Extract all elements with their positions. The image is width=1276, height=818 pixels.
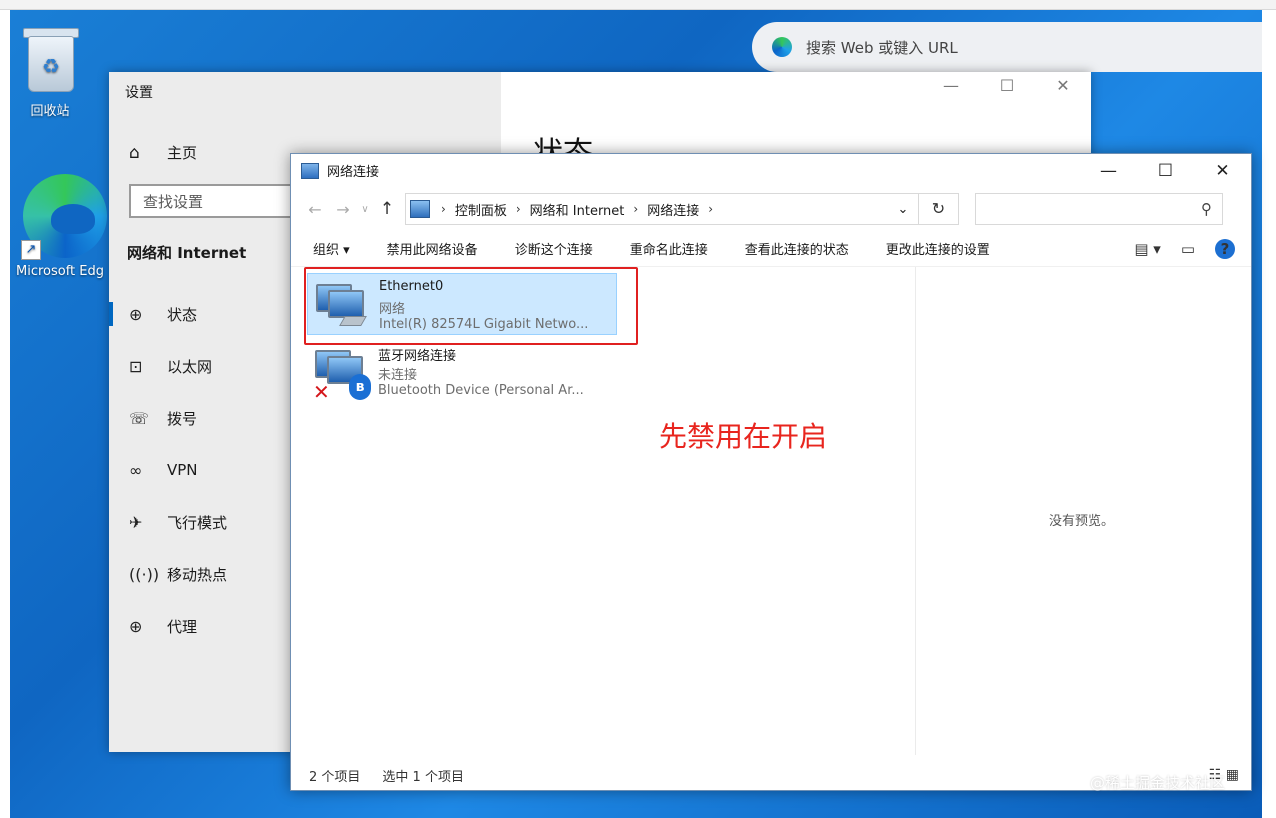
explorer-caption-buttons: — ☐ ✕ bbox=[1080, 161, 1251, 181]
organize-button[interactable]: 组织 ▾ bbox=[313, 239, 350, 258]
settings-home-link[interactable]: ⌂ 主页 bbox=[129, 142, 197, 163]
breadcrumb-control-panel[interactable]: 控制面板 bbox=[455, 200, 507, 219]
outer-left-strip bbox=[0, 10, 10, 818]
settings-search-input[interactable]: 查找设置 bbox=[129, 184, 299, 218]
nav-item-label: 以太网 bbox=[167, 357, 213, 376]
globe-status-icon: ⊕ bbox=[129, 304, 143, 324]
chevron-right-icon: › bbox=[441, 202, 446, 216]
edge-shortcut[interactable]: ↗ Microsoft Edg bbox=[10, 170, 115, 279]
airplane-icon: ✈ bbox=[129, 512, 143, 532]
nav-item-label: 拨号 bbox=[167, 409, 198, 428]
back-arrow-icon[interactable]: ← bbox=[301, 200, 329, 219]
nav-item-proxy[interactable]: ⊕ 代理 bbox=[109, 600, 309, 652]
settings-window-title: 设置 bbox=[125, 85, 153, 101]
edge-icon: ↗ bbox=[15, 170, 107, 260]
annotation-highlight-box bbox=[304, 267, 638, 345]
chevron-right-icon: › bbox=[515, 202, 521, 216]
refresh-button[interactable]: ↻ bbox=[919, 193, 959, 225]
search-icon: ⚲ bbox=[1201, 200, 1212, 218]
annotation-note: 先禁用在开启 bbox=[659, 420, 828, 453]
minimize-icon[interactable]: — bbox=[1080, 161, 1137, 181]
close-icon[interactable]: ✕ bbox=[1194, 161, 1251, 181]
connection-device: Bluetooth Device (Personal Ar... bbox=[378, 383, 584, 398]
nav-item-label: 移动热点 bbox=[167, 565, 228, 584]
selected-count: 选中 1 个项目 bbox=[382, 769, 464, 785]
disconnected-x-icon: ✕ bbox=[313, 380, 330, 404]
connection-item-bluetooth[interactable]: ✕ ʙ 蓝牙网络连接 未连接 Bluetooth Device (Persona… bbox=[307, 340, 617, 404]
nav-item-dialup[interactable]: ☏ 拨号 bbox=[109, 392, 309, 444]
watermark: @稀土掘金技术社区 bbox=[1090, 774, 1226, 792]
explorer-window-title: 网络连接 bbox=[327, 165, 380, 180]
settings-nav: ⊕ 状态 ⊡ 以太网 ☏ 拨号 ∞ VPN ✈ 飞行模式 ((·)) 移动热点 … bbox=[109, 288, 309, 652]
settings-section-title: 网络和 Internet bbox=[127, 244, 247, 262]
chevron-right-icon: › bbox=[708, 202, 714, 216]
diagnose-button[interactable]: 诊断这个连接 bbox=[515, 239, 593, 258]
browser-search-placeholder: 搜索 Web 或键入 URL bbox=[806, 38, 958, 57]
nav-item-ethernet[interactable]: ⊡ 以太网 bbox=[109, 340, 309, 392]
forward-arrow-icon[interactable]: → bbox=[329, 200, 357, 219]
chevron-right-icon: › bbox=[633, 202, 639, 216]
bluetooth-icon: ʙ bbox=[349, 374, 371, 400]
view-status-button[interactable]: 查看此连接的状态 bbox=[745, 239, 849, 258]
network-connections-window: 网络连接 — ☐ ✕ ← → ∨ ↑ › 控制面板 › 网络和 Internet… bbox=[290, 153, 1252, 791]
outer-top-strip bbox=[0, 0, 1276, 10]
rename-button[interactable]: 重命名此连接 bbox=[630, 239, 708, 258]
nav-item-label: VPN bbox=[167, 461, 198, 479]
change-settings-button[interactable]: 更改此连接的设置 bbox=[886, 239, 990, 258]
command-bar: 组织 ▾ 禁用此网络设备 诊断这个连接 重命名此连接 查看此连接的状态 更改此连… bbox=[291, 231, 1251, 267]
nav-item-vpn[interactable]: ∞ VPN bbox=[109, 444, 309, 496]
dialup-icon: ☏ bbox=[129, 408, 150, 428]
nav-item-hotspot[interactable]: ((·)) 移动热点 bbox=[109, 548, 309, 600]
preview-pane-text: 没有预览。 bbox=[1049, 514, 1115, 529]
network-folder-icon bbox=[301, 162, 319, 179]
connection-status: 未连接 bbox=[378, 368, 418, 383]
connection-name: 蓝牙网络连接 bbox=[378, 349, 457, 364]
close-icon[interactable]: ✕ bbox=[1035, 76, 1091, 95]
recent-dropdown-icon[interactable]: ∨ bbox=[357, 204, 373, 215]
home-label: 主页 bbox=[167, 144, 198, 162]
disable-device-button[interactable]: 禁用此网络设备 bbox=[387, 239, 478, 258]
maximize-icon[interactable]: ☐ bbox=[979, 76, 1035, 95]
home-icon: ⌂ bbox=[129, 142, 140, 163]
hotspot-icon: ((·)) bbox=[129, 564, 160, 584]
preview-pane-icon[interactable]: ▭ bbox=[1181, 240, 1195, 258]
vpn-icon: ∞ bbox=[129, 460, 143, 480]
preview-divider bbox=[915, 267, 916, 755]
explorer-titlebar: 网络连接 — ☐ ✕ bbox=[291, 154, 1251, 187]
outer-right-strip bbox=[1262, 10, 1276, 818]
breadcrumb-network-internet[interactable]: 网络和 Internet bbox=[530, 200, 625, 219]
nav-item-airplane[interactable]: ✈ 飞行模式 bbox=[109, 496, 309, 548]
ethernet-icon: ⊡ bbox=[129, 356, 143, 376]
recycle-bin-label: 回收站 bbox=[30, 104, 70, 119]
bluetooth-adapter-icon: ✕ ʙ bbox=[313, 348, 371, 404]
explorer-search-input[interactable]: ⚲ bbox=[975, 193, 1223, 225]
chevron-down-icon[interactable]: ⌄ bbox=[888, 202, 918, 217]
edge-label: Microsoft Edg bbox=[15, 264, 104, 279]
browser-address-bar[interactable]: 搜索 Web 或键入 URL bbox=[752, 22, 1262, 72]
settings-caption-buttons: — ☐ ✕ bbox=[923, 76, 1091, 95]
address-row: ← → ∨ ↑ › 控制面板 › 网络和 Internet › 网络连接 › ⌄… bbox=[291, 187, 1251, 231]
control-panel-icon bbox=[410, 200, 430, 218]
connections-list: 没有预览。 Ethernet0 网络 Intel(R) 82574L Gigab… bbox=[291, 267, 1251, 755]
breadcrumb-network-connections[interactable]: 网络连接 bbox=[647, 200, 699, 219]
nav-item-status[interactable]: ⊕ 状态 bbox=[109, 288, 309, 340]
item-count: 2 个项目 bbox=[309, 769, 361, 785]
shortcut-arrow-icon: ↗ bbox=[21, 240, 41, 260]
nav-item-label: 状态 bbox=[167, 305, 198, 324]
proxy-globe-icon: ⊕ bbox=[129, 616, 143, 636]
view-tools: ▤ ▾ ▭ ? bbox=[1114, 238, 1251, 259]
nav-item-label: 飞行模式 bbox=[167, 513, 228, 532]
maximize-icon[interactable]: ☐ bbox=[1137, 161, 1194, 181]
nav-item-label: 代理 bbox=[167, 617, 198, 636]
recycle-bin-icon: ♻ bbox=[18, 24, 82, 96]
view-options-icon[interactable]: ▤ ▾ bbox=[1134, 240, 1160, 258]
address-bar[interactable]: › 控制面板 › 网络和 Internet › 网络连接 › ⌄ bbox=[405, 193, 919, 225]
up-arrow-icon[interactable]: ↑ bbox=[373, 199, 401, 219]
help-icon[interactable]: ? bbox=[1215, 238, 1235, 259]
minimize-icon[interactable]: — bbox=[923, 76, 979, 95]
recycle-bin-shortcut[interactable]: ♻ 回收站 bbox=[10, 24, 105, 119]
edge-logo-icon bbox=[772, 37, 792, 57]
